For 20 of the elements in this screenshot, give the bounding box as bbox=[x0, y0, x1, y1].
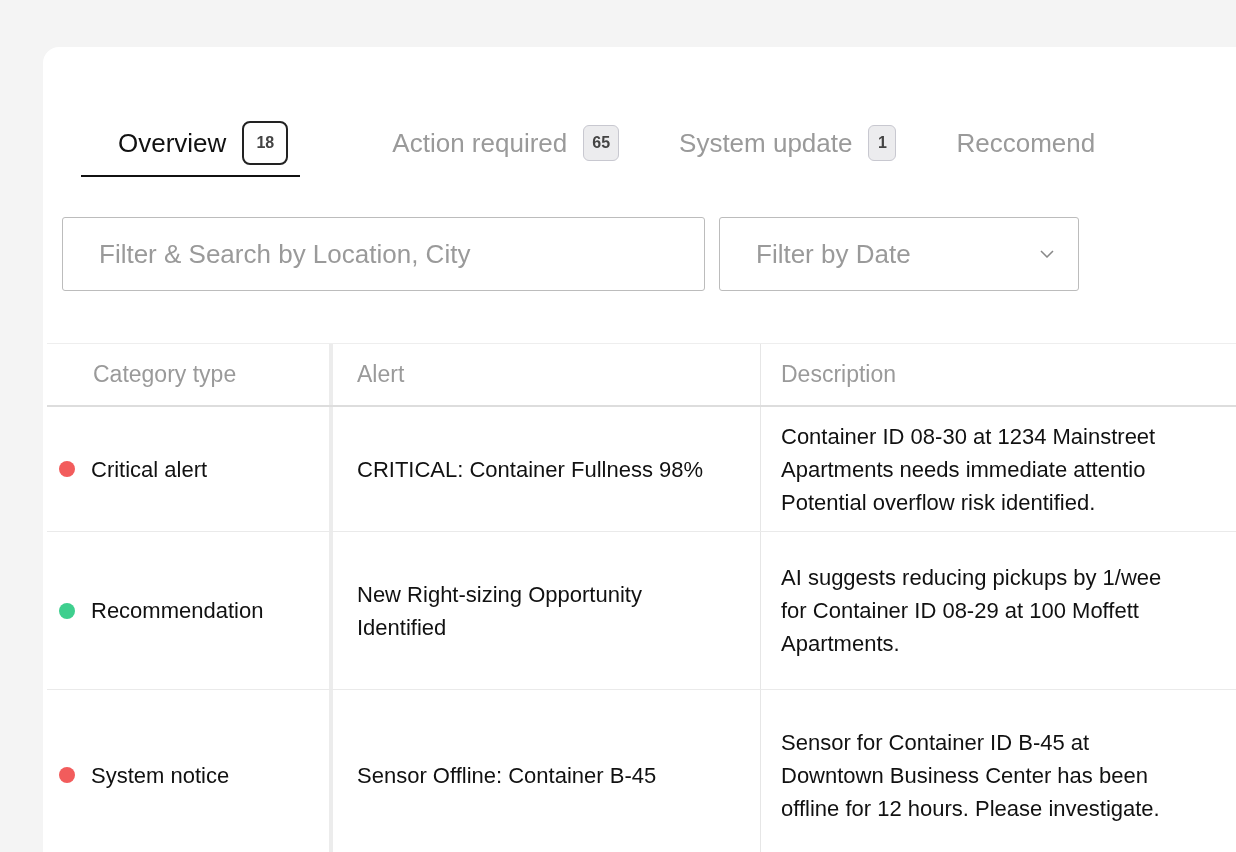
tab[interactable]: Overview 18 bbox=[81, 113, 301, 177]
alert-text: CRITICAL: Container Fullness 98% bbox=[357, 455, 704, 484]
alert-text: New Right-sizing Opportunity Identified bbox=[357, 580, 642, 642]
description-text: AI suggests reducing pickups by 1/wee for Container ID 08-29 at 100 Moffett Apartments. bbox=[781, 564, 1162, 658]
tab[interactable]: Action required 65 bbox=[392, 117, 620, 173]
category-label: Critical alert bbox=[91, 455, 208, 484]
chevron-down-icon bbox=[1040, 250, 1054, 258]
category-label: Recommendation bbox=[91, 597, 264, 625]
description-text: Sensor for Container ID B-45 at Downtown Business Center has been offline for 12 hours. Please investigate. bbox=[781, 728, 1160, 823]
count-badge: 1 bbox=[868, 125, 897, 161]
category-label: System notice bbox=[91, 761, 230, 790]
search-field[interactable]: Filter & Search by Location, City bbox=[62, 217, 705, 291]
count-badge: 18 bbox=[242, 121, 289, 165]
column-header: Description bbox=[780, 360, 898, 389]
column-header: Alert bbox=[333, 344, 761, 405]
column-header: Category type bbox=[47, 344, 333, 405]
description-text: Container ID 08-30 at 1234 Mainstreet Apartments needs immediate attentio Potential overflow risk identified. bbox=[781, 422, 1156, 517]
count-badge: 65 bbox=[583, 125, 620, 161]
tab[interactable]: System update 1 bbox=[679, 117, 897, 173]
alert-text: Sensor Offline: Container B-45 bbox=[357, 761, 657, 790]
